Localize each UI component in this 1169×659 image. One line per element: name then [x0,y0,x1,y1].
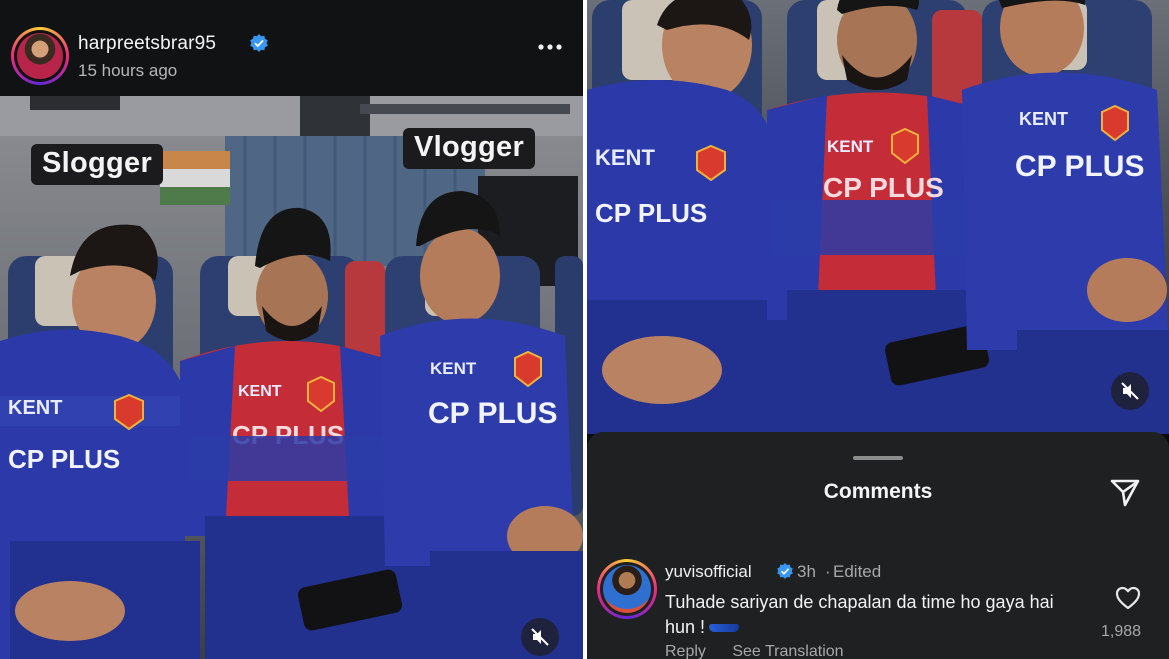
post-photo-zoomed[interactable]: KENT CP PLUS KENT CP PLUS KENT CP PLUS [587,0,1169,434]
speaker-muted-icon [531,628,549,646]
sheet-grabber[interactable] [853,456,903,460]
svg-text:KENT: KENT [827,137,874,156]
slipper-emoji-icon [709,624,740,633]
reply-button[interactable]: Reply [665,643,706,659]
post-timestamp: 15 hours ago [78,61,178,80]
comment-actions: Reply See Translation [665,643,866,659]
comment-username[interactable]: yuvisofficial [665,562,752,582]
more-horizontal-icon[interactable] [537,42,563,52]
post-header: harpreetsbrar95 15 hours ago [0,0,583,96]
post-screenshot-left: KENT CP PLUS KENT CP PLUS KENT CP PLUS S… [0,0,583,659]
post-photo-zoomed-illustration: KENT CP PLUS KENT CP PLUS KENT CP PLUS [587,0,1169,434]
profile-avatar[interactable] [11,27,69,85]
svg-text:KENT: KENT [430,359,477,378]
like-count: 1,988 [1101,623,1142,640]
sticker-slogger: Slogger [31,144,164,185]
comments-screenshot-right: KENT CP PLUS KENT CP PLUS KENT CP PLUS C… [587,0,1169,659]
verified-badge-icon [777,563,793,579]
commenter-avatar[interactable] [597,559,657,619]
svg-text:KENT: KENT [595,145,655,170]
comment-separator: · [825,562,831,581]
svg-text:CP PLUS: CP PLUS [8,444,120,474]
send-icon[interactable] [1108,475,1142,509]
speaker-muted-icon [1121,382,1139,400]
svg-text:CP PLUS: CP PLUS [428,397,557,430]
svg-text:CP PLUS: CP PLUS [595,198,707,228]
svg-text:KENT: KENT [8,397,62,419]
comments-title: Comments [823,480,933,503]
svg-text:CP PLUS: CP PLUS [1015,150,1144,183]
svg-text:KENT: KENT [238,383,282,400]
comment-edited-label: Edited [833,562,882,581]
comment-text: Tuhade sariyan de chapalan da time ho ga… [665,590,1065,640]
svg-text:CP PLUS: CP PLUS [823,172,944,203]
sticker-vlogger: Vlogger [403,128,536,169]
mute-button[interactable] [1111,372,1149,410]
heart-icon[interactable] [1115,586,1141,610]
comments-sheet: Comments yuvisofficial 3h · Edited Tuhad… [587,432,1169,659]
mute-button[interactable] [521,618,559,656]
verified-badge-icon [250,34,268,52]
see-translation-button[interactable]: See Translation [732,643,843,659]
post-username[interactable]: harpreetsbrar95 [78,33,216,55]
comment-time: 3h [797,562,816,581]
svg-text:KENT: KENT [1019,109,1068,129]
